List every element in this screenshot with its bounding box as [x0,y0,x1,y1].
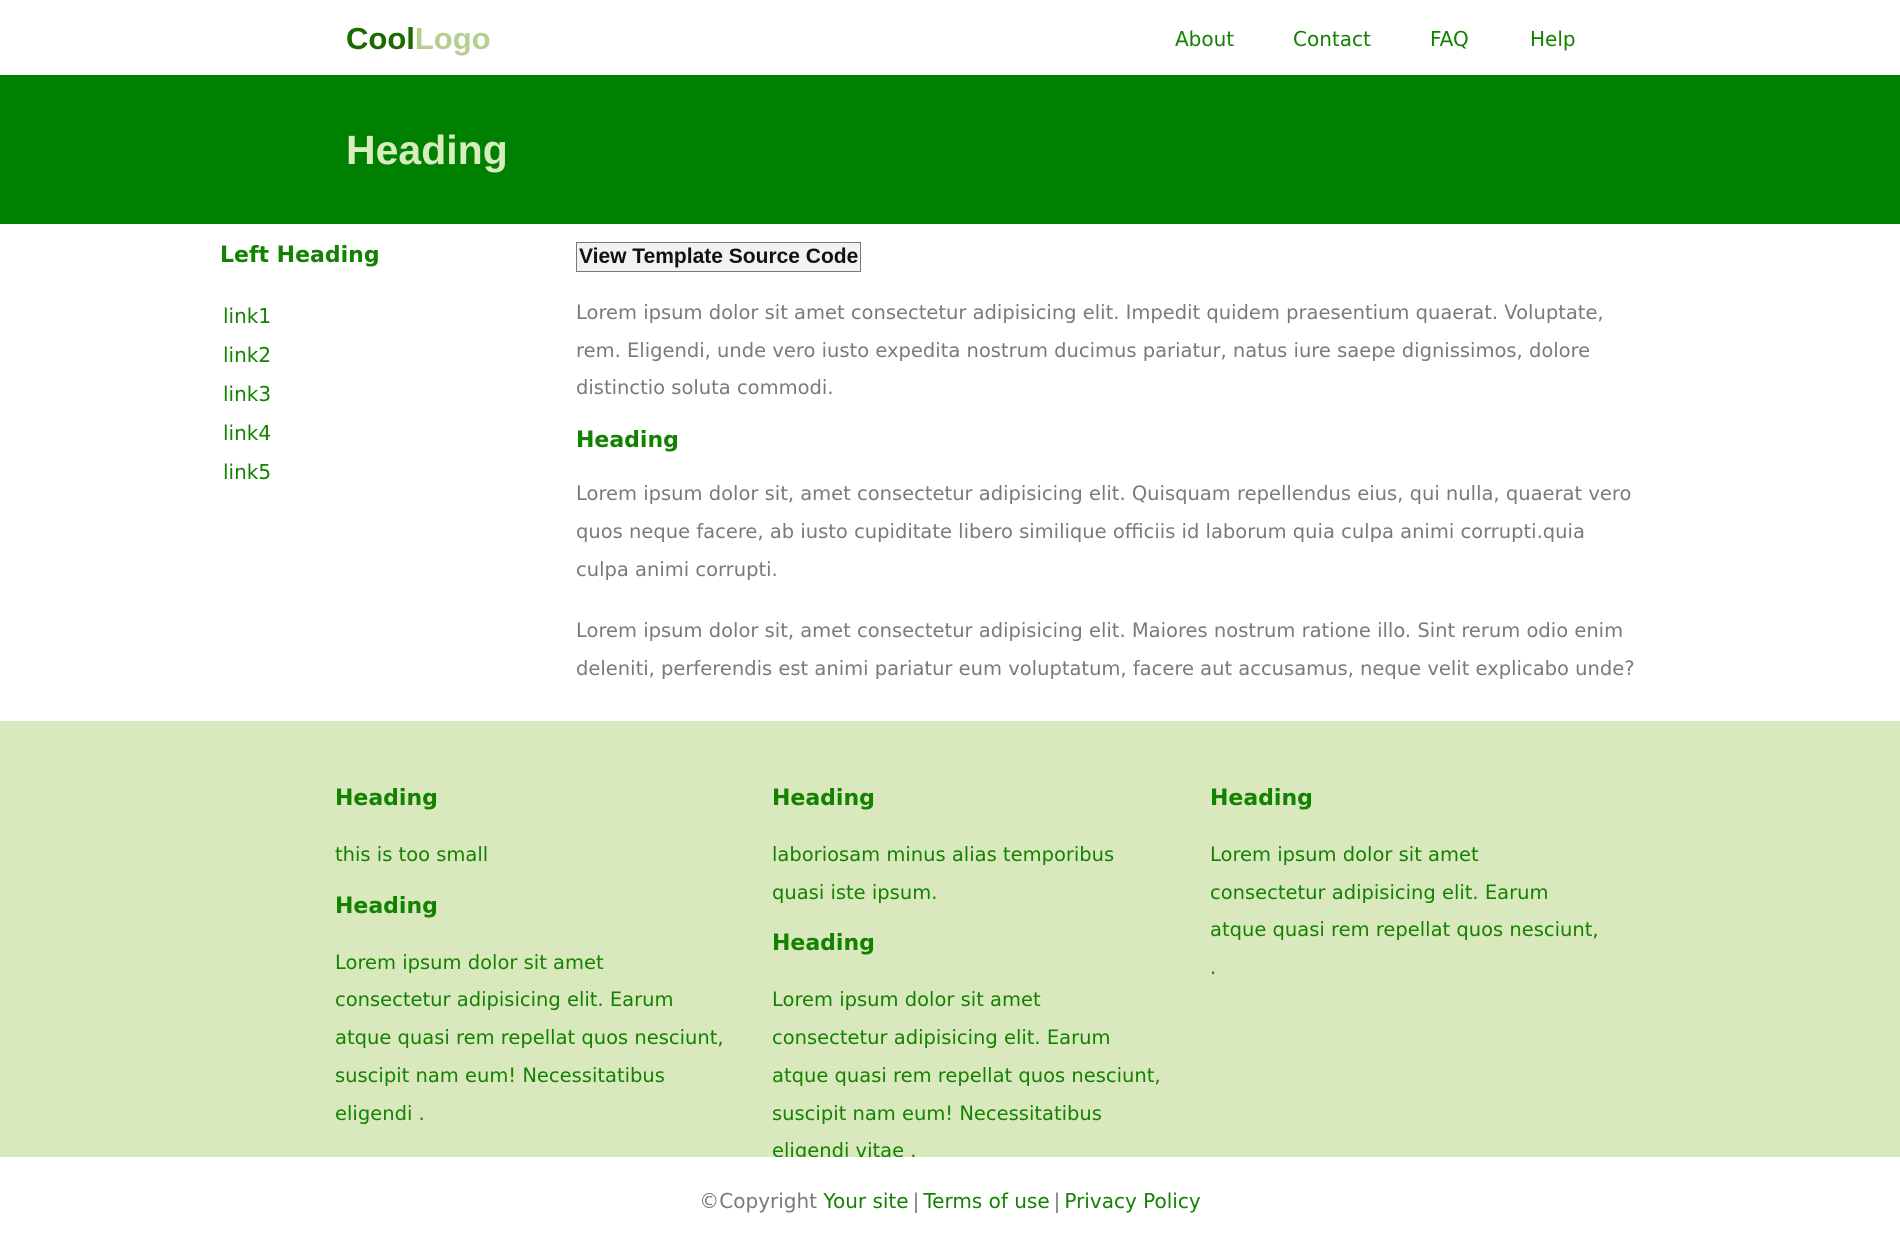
footer-columns: Heading this is too small Heading Lorem … [0,721,1900,1162]
top-navbar: CoolLogo About Contact FAQ Help [0,0,1900,75]
main-nav: About Contact FAQ Help [0,25,1900,55]
footer-col3-text: Lorem ipsum dolor sit amet consectetur a… [1210,843,1599,980]
content-heading: Heading [576,428,679,454]
copyright-line: ©Copyright Your site | Terms of use | Privac… [0,1187,1900,1215]
footer-col1-subheading: Heading [335,893,438,919]
footer-column-3: Heading Lorem ipsum dolor sit amet conse… [1210,783,1600,987]
content-paragraph-2: Lorem ipsum dolor sit, amet consectetur … [576,619,1635,680]
nav-link-help[interactable]: Help [1530,25,1576,53]
footer-col1-text: this is too small [335,843,489,866]
privacy-policy-link[interactable]: Privacy Policy [1064,1189,1200,1213]
nav-link-contact[interactable]: Contact [1293,25,1371,53]
sidebar-link-1[interactable]: link1 [220,304,271,328]
nav-link-about[interactable]: About [1175,25,1234,53]
content-paragraph-1: Lorem ipsum dolor sit, amet consectetur … [576,482,1632,581]
separator: | [1053,1189,1061,1213]
footer-column-2: Heading laboriosam minus alias temporibu… [772,783,1162,1170]
copyright-text: ©Copyright [699,1189,818,1213]
footer-col2-text: laboriosam minus alias temporibus quasi … [772,843,1115,904]
nav-link-faq[interactable]: FAQ [1430,25,1469,53]
view-source-button[interactable]: View Template Source Code [576,242,862,272]
sidebar-item: link4 [220,418,540,457]
footer-col1-heading: Heading [335,786,438,811]
intro-paragraph: Lorem ipsum dolor sit amet consectetur a… [576,301,1604,400]
sidebar-item: link1 [220,301,540,340]
sidebar-link-2[interactable]: link2 [220,343,271,367]
sidebar-link-3[interactable]: link3 [220,382,271,406]
footer-col2-subtext: Lorem ipsum dolor sit amet consectetur a… [772,988,1161,1163]
sidebar-link-4[interactable]: link4 [220,421,271,445]
your-site-link[interactable]: Your site [823,1189,908,1213]
copyright-bar: ©Copyright Your site | Terms of use | Privac… [0,1157,1900,1245]
hero-banner: Heading [0,75,1900,224]
left-sidebar: Left Heading link1 link2 link3 link4 lin… [220,240,540,496]
footer-column-1: Heading this is too small Heading Lorem … [335,783,725,1132]
footer-col3-heading: Heading [1210,786,1313,811]
main-content: View Template Source Code Lorem ipsum do… [576,242,1636,688]
sidebar-heading: Left Heading [220,243,380,268]
hero-title: Heading [346,127,508,173]
sidebar-link-5[interactable]: link5 [220,460,271,484]
sidebar-item: link2 [220,340,540,379]
terms-of-use-link[interactable]: Terms of use [923,1189,1049,1213]
footer-col2-heading: Heading [772,786,875,811]
footer-col2-subheading: Heading [772,931,875,957]
footer-col1-subtext: Lorem ipsum dolor sit amet consectetur a… [335,950,724,1125]
sidebar-item: link5 [220,457,540,496]
separator: | [912,1189,920,1213]
sidebar-item: link3 [220,379,540,418]
sidebar-link-list: link1 link2 link3 link4 link5 [220,301,540,496]
